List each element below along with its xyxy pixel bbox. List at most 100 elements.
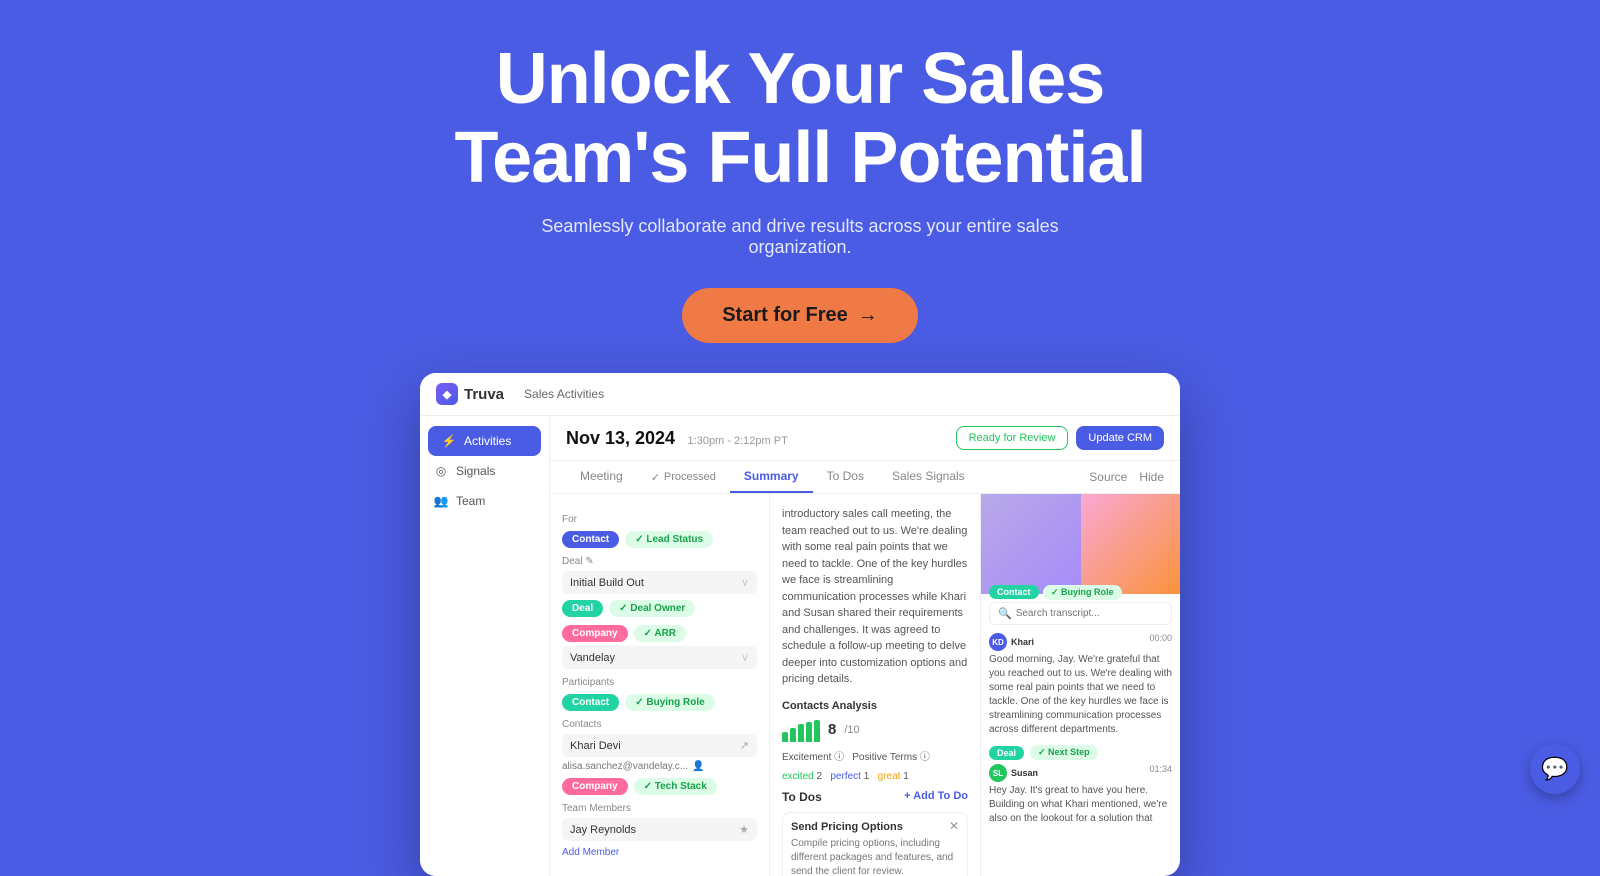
transcript-text-1: Good morning, Jay. We're grateful that y… [989,653,1172,737]
right-panel: ▶ Contact ✓ Buying Role 🔍 [980,494,1180,876]
company-tech-tags: Company ✓ Tech Stack [562,778,757,795]
transcript-search-input[interactable] [1016,608,1163,619]
excitement-label: Excitement ⓘ [782,748,844,763]
deal-tag-transcript: Deal [989,746,1024,760]
logo-icon: ◆ [436,383,458,405]
buying-role-tag: ✓ Buying Role [625,694,715,711]
activity-date: Nov 13, 2024 [566,428,675,448]
todo-title: Send Pricing Options [791,821,959,833]
avatar-kd: KD [989,633,1007,651]
content-area: For Contact ✓ Lead Status Deal ✎ Initial… [550,494,1180,876]
app-screenshot: ◆ Truva Sales Activities ⚡ Activities ◎ … [420,373,1180,876]
bar-1 [782,732,788,742]
transcript-meta-1: KD Khari 00:00 [989,633,1172,651]
excitement-row: Excitement ⓘ Positive Terms ⓘ [782,748,968,763]
app-sidebar: ⚡ Activities ◎ Signals 👥 Team [420,416,550,876]
transcript-entry-2: SL Susan 01:34 Hey Jay. It's great to ha… [989,764,1172,826]
contact-email-row: alisa.sanchez@vandelay.c... 👤 [562,761,757,772]
tab-meeting[interactable]: Meeting [566,461,637,493]
app-header: ◆ Truva Sales Activities [420,373,1180,416]
contact-buying-tags: Contact ✓ Buying Role [562,694,757,711]
source-label: Source [1089,470,1127,484]
todos-header: To Dos + Add To Do [782,790,968,804]
bar-2 [790,728,796,742]
app-main: Nov 13, 2024 1:30pm - 2:12pm PT Ready fo… [550,416,1180,876]
contacts-analysis-header: Contacts Analysis [782,700,968,712]
deal-owner-tag: ✓ Deal Owner [609,600,695,617]
todo-close-icon[interactable]: ✕ [949,819,959,833]
hide-link[interactable]: Hide [1139,470,1164,484]
bar-5 [814,720,820,742]
left-panel: For Contact ✓ Lead Status Deal ✎ Initial… [550,494,770,876]
team-icon: 👥 [434,494,448,508]
app-logo: ◆ Truva [436,383,504,405]
chat-bubble-button[interactable]: 💬 [1530,744,1580,794]
ready-review-button[interactable]: Ready for Review [956,426,1069,450]
hero-section: Unlock Your Sales Team's Full Potential … [0,0,1600,343]
score-num: 8 [828,721,836,738]
company-tag: Company [562,625,628,642]
deal-tags: Deal ✓ Deal Owner [562,600,757,617]
todo-item-pricing: ✕ Send Pricing Options Compile pricing o… [782,812,968,876]
tech-stack-tag: ✓ Tech Stack [634,778,717,795]
summary-text: introductory sales call meeting, the tea… [782,506,968,688]
middle-panel: introductory sales call meeting, the tea… [770,494,980,876]
tab-summary[interactable]: Summary [730,461,813,493]
company-value: Vandelay ∨ [562,646,757,669]
tab-sales-signals[interactable]: Sales Signals [878,461,979,493]
score-denom: /10 [844,724,859,736]
company-section: Company ✓ ARR Vandelay ∨ [562,625,757,669]
bar-3 [798,724,804,742]
sidebar-item-signals[interactable]: ◎ Signals [420,456,549,486]
deal-next-step-tag-row: Deal ✓ Next Step [989,745,1172,760]
chart-bars [782,718,820,742]
activity-time: 1:30pm - 2:12pm PT [688,435,788,447]
activities-icon: ⚡ [442,434,456,448]
arr-tag: ✓ ARR [634,625,686,642]
hero-title: Unlock Your Sales Team's Full Potential [455,40,1146,198]
participants-label: Participants [562,677,757,688]
sidebar-item-team[interactable]: 👥 Team [420,486,549,516]
update-crm-button[interactable]: Update CRM [1076,426,1164,450]
cta-arrow-icon: → [858,304,878,327]
chat-icon: 💬 [1541,756,1568,782]
contact-name-value: Khari Devi ↗ [562,734,757,757]
activity-date-row: Nov 13, 2024 1:30pm - 2:12pm PT [566,428,788,449]
contacts-label: Contacts [562,719,757,730]
app-breadcrumb: Sales Activities [524,387,604,401]
transcript-panel: 🔍 KD Khari 00:00 [981,594,1180,876]
add-todo-btn[interactable]: + Add To Do [904,790,968,804]
add-member-link[interactable]: Add Member [562,847,757,858]
transcript-search-bar[interactable]: 🔍 [989,602,1172,625]
video-thumbnail: ▶ [981,494,1180,594]
transcript-text-2: Hey Jay. It's great to have you here. Bu… [989,784,1172,826]
deal-label: Deal ✎ [562,556,757,567]
team-label: Team Members [562,803,757,814]
transcript-meta-2: SL Susan 01:34 [989,764,1172,782]
tab-bar: Meeting ✓ Processed Summary To Dos Sales… [550,461,1180,494]
deal-value: Initial Build Out ∨ [562,571,757,594]
activity-header: Nov 13, 2024 1:30pm - 2:12pm PT Ready fo… [550,416,1180,461]
for-tags: Contact ✓ Lead Status [562,531,757,548]
tab-processed[interactable]: ✓ Processed [637,461,730,493]
company-arr-tags: Company ✓ ARR [562,625,757,642]
avatar-sl: SL [989,764,1007,782]
contact-tag-p: Contact [562,694,619,711]
start-free-button[interactable]: Start for Free → [682,288,918,343]
lead-status-tag: ✓ Lead Status [625,531,713,548]
company-tag2: Company [562,778,628,795]
transcript-entry-1: KD Khari 00:00 Good morning, Jay. We're … [989,633,1172,737]
sentiment-row: excited 2 perfect 1 great 1 [782,771,968,782]
next-step-tag: ✓ Next Step [1030,745,1098,760]
contact-overlay-tag: Contact ✓ Buying Role [989,582,1122,600]
app-body: ⚡ Activities ◎ Signals 👥 Team Nov 13, 20… [420,416,1180,876]
hero-subtitle: Seamlessly collaborate and drive results… [500,216,1100,258]
score-row: 8 /10 [782,718,968,742]
tab-todos[interactable]: To Dos [813,461,878,493]
todo-desc: Compile pricing options, including diffe… [791,837,959,876]
sidebar-item-activities[interactable]: ⚡ Activities [428,426,541,456]
search-icon: 🔍 [998,607,1012,620]
contact-tag-for: Contact [562,531,619,548]
team-member-value: Jay Reynolds ★ [562,818,757,841]
activity-actions: Ready for Review Update CRM [956,426,1164,450]
